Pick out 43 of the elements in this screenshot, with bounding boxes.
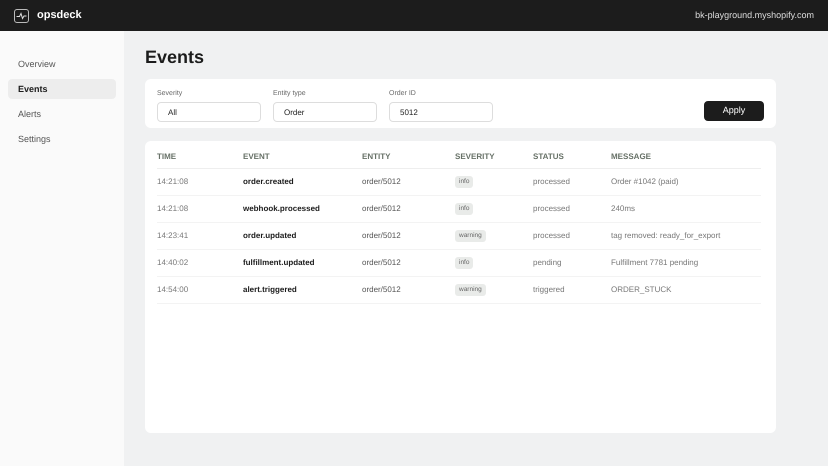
table-cell: processed — [533, 195, 611, 222]
page-title: Events — [145, 47, 206, 67]
table-cell: order/5012 — [362, 222, 455, 249]
table-cell: order/5012 — [362, 249, 455, 276]
column-header: EVENT — [243, 149, 362, 168]
table-cell: order.created — [243, 168, 362, 195]
column-header: SEVERITY — [455, 149, 533, 168]
nav-item[interactable]: Settings — [8, 129, 116, 149]
column-header: ENTITY — [362, 149, 455, 168]
table-cell: 14:21:08 — [157, 168, 243, 195]
column-header: STATUS — [533, 149, 611, 168]
table-cell: processed — [533, 222, 611, 249]
input-field[interactable]: Order — [273, 102, 377, 122]
column-header: MESSAGE — [611, 149, 761, 168]
table-cell: order/5012 — [362, 195, 455, 222]
table-cell: tag removed: ready_for_export — [611, 222, 761, 249]
table-cell: ORDER_STUCK — [611, 276, 761, 303]
column-header: TIME — [157, 149, 243, 168]
table-cell: pending — [533, 249, 611, 276]
table-cell: 240ms — [611, 195, 761, 222]
table-cell: order.updated — [243, 222, 362, 249]
table-cell: 14:21:08 — [157, 195, 243, 222]
input-field[interactable]: 5012 — [389, 102, 493, 122]
app-name: opsdeck — [37, 8, 82, 24]
table-cell: 14:40:02 — [157, 249, 243, 276]
table-cell: 14:54:00 — [157, 276, 243, 303]
apply-button[interactable]: Apply — [704, 101, 764, 121]
table-cell: order/5012 — [362, 276, 455, 303]
nav-item[interactable]: Alerts — [8, 104, 116, 124]
table-cell: Fulfillment 7781 pending — [611, 249, 761, 276]
pulse-icon — [14, 8, 29, 22]
nav-item[interactable]: Events — [8, 79, 116, 99]
table-cell: fulfillment.updated — [243, 249, 362, 276]
table-cell: triggered — [533, 276, 611, 303]
input-field[interactable]: All — [157, 102, 261, 122]
nav-item[interactable]: Overview — [8, 54, 116, 74]
table-cell: 14:23:41 — [157, 222, 243, 249]
store-domain: bk-playground.myshopify.com — [695, 8, 814, 22]
table-cell: order/5012 — [362, 168, 455, 195]
table-cell: webhook.processed — [243, 195, 362, 222]
table-cell: Order #1042 (paid) — [611, 168, 761, 195]
table-cell: alert.triggered — [243, 276, 362, 303]
table-cell: processed — [533, 168, 611, 195]
